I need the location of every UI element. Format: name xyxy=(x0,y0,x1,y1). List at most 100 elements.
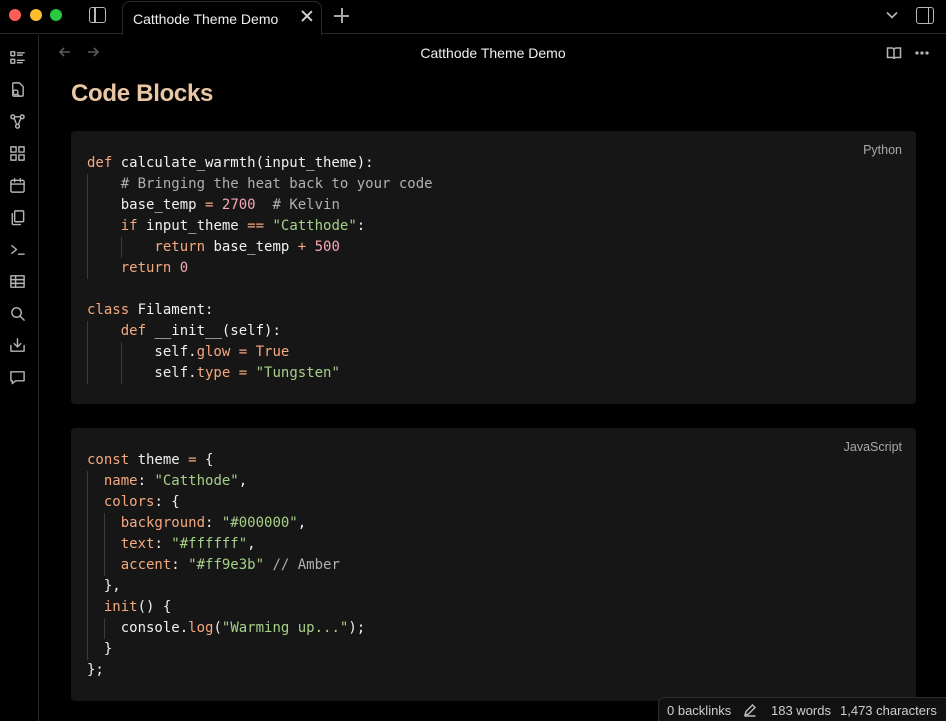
table-icon[interactable] xyxy=(8,272,26,290)
code-token: 2700 xyxy=(221,197,256,213)
indent-guide xyxy=(103,555,105,576)
code-language-label: Python xyxy=(863,143,902,157)
terminal-icon[interactable] xyxy=(8,240,26,258)
indent-guide xyxy=(87,216,88,237)
code-block-python[interactable]: Python def calculate_warmth(input_theme)… xyxy=(71,131,916,404)
indent-guide xyxy=(103,618,105,639)
character-count: 1,473 characters xyxy=(840,703,937,718)
indent-guide xyxy=(87,471,88,492)
indent-guide xyxy=(87,363,88,384)
close-icon[interactable] xyxy=(299,8,315,24)
code-token: }, xyxy=(87,578,121,594)
book-open-icon[interactable] xyxy=(886,45,902,61)
code-token: base_temp xyxy=(87,197,206,213)
minimize-window-button[interactable] xyxy=(30,9,42,21)
indent-guide xyxy=(87,195,88,216)
comment-icon[interactable] xyxy=(8,368,26,386)
code-token: = xyxy=(188,452,197,468)
tab-title: Catthode Theme Demo xyxy=(133,11,279,27)
indent-guide xyxy=(87,639,88,660)
code-token: return xyxy=(87,260,180,276)
indent-guide xyxy=(103,534,105,555)
backlinks-count[interactable]: 0 backlinks xyxy=(667,703,731,718)
code-token: () { xyxy=(137,599,172,615)
code-token: 0 xyxy=(179,260,189,276)
close-window-button[interactable] xyxy=(9,9,21,21)
code-token: ); xyxy=(348,620,366,636)
code-line: name: "Catthode", xyxy=(87,471,365,492)
code-token: : { xyxy=(154,494,180,510)
indent-guide xyxy=(120,342,122,363)
code-line: }, xyxy=(87,576,365,597)
code-token: , xyxy=(238,473,248,489)
left-sidebar-toggle-icon[interactable] xyxy=(89,7,106,23)
import-icon[interactable] xyxy=(8,336,26,354)
code-token: , xyxy=(247,536,256,552)
files-icon[interactable] xyxy=(8,80,26,98)
code-token: log xyxy=(188,620,214,636)
code-token: { xyxy=(196,452,214,468)
indent-guide xyxy=(120,237,122,258)
outline-icon[interactable] xyxy=(8,48,26,66)
code-token: return xyxy=(87,239,214,255)
code-token: def xyxy=(87,323,155,339)
code-token: "#ffffff" xyxy=(171,536,248,552)
code-language-label: JavaScript xyxy=(843,440,902,454)
calendar-icon[interactable] xyxy=(8,176,26,194)
code-token: console. xyxy=(87,620,189,636)
more-options-icon[interactable] xyxy=(914,45,930,61)
code-token: "Warming up..." xyxy=(221,620,349,636)
code-token: theme xyxy=(137,452,189,468)
word-count: 183 words xyxy=(771,703,831,718)
indent-guide xyxy=(87,534,88,555)
code-token: + xyxy=(297,239,307,255)
code-token: : xyxy=(205,515,222,531)
code-token: const xyxy=(87,452,138,468)
code-body: const theme = { name: "Catthode", colors… xyxy=(87,450,365,681)
code-line: background: "#000000", xyxy=(87,513,365,534)
indent-guide xyxy=(87,237,88,258)
code-line: # Bringing the heat back to your code xyxy=(87,174,433,195)
code-token: glow xyxy=(196,344,231,360)
chevron-down-icon[interactable] xyxy=(886,9,898,21)
tab-catthode-theme-demo[interactable]: Catthode Theme Demo xyxy=(122,1,322,35)
indent-guide xyxy=(87,555,88,576)
code-line: console.log("Warming up..."); xyxy=(87,618,365,639)
code-token: == xyxy=(247,218,265,234)
search-icon[interactable] xyxy=(8,304,26,322)
new-tab-plus-icon[interactable] xyxy=(334,8,350,24)
code-token: , xyxy=(297,515,307,531)
code-body: def calculate_warmth(input_theme): # Bri… xyxy=(87,153,433,384)
code-token: __init__(self): xyxy=(154,323,281,339)
code-token: self. xyxy=(87,365,197,381)
view-title: Catthode Theme Demo xyxy=(420,45,566,61)
code-block-javascript[interactable]: JavaScript const theme = { name: "Cattho… xyxy=(71,428,916,701)
code-line: def __init__(self): xyxy=(87,321,433,342)
code-token: calculate_warmth(input_theme): xyxy=(120,155,374,171)
zoom-window-button[interactable] xyxy=(50,9,62,21)
code-token: : xyxy=(171,557,189,573)
pencil-icon[interactable] xyxy=(743,703,757,717)
page-heading: Code Blocks xyxy=(71,80,214,107)
tab-bar: Catthode Theme Demo xyxy=(0,0,946,35)
code-token: colors xyxy=(87,494,155,510)
code-token: "Tungsten" xyxy=(255,365,340,381)
code-token: text xyxy=(87,536,155,552)
code-line: class Filament: xyxy=(87,300,433,321)
indent-guide xyxy=(87,492,88,513)
code-line: accent: "#ff9e3b" // Amber xyxy=(87,555,365,576)
code-token: : xyxy=(154,536,172,552)
copy-icon[interactable] xyxy=(8,208,26,226)
blocks-icon[interactable] xyxy=(8,144,26,162)
code-token: }; xyxy=(87,662,104,678)
code-token: True xyxy=(255,344,290,360)
indent-guide xyxy=(87,258,88,279)
code-token: base_temp xyxy=(213,239,298,255)
right-sidebar-toggle-icon[interactable] xyxy=(916,7,934,24)
code-line: text: "#ffffff", xyxy=(87,534,365,555)
graph-icon[interactable] xyxy=(8,112,26,130)
